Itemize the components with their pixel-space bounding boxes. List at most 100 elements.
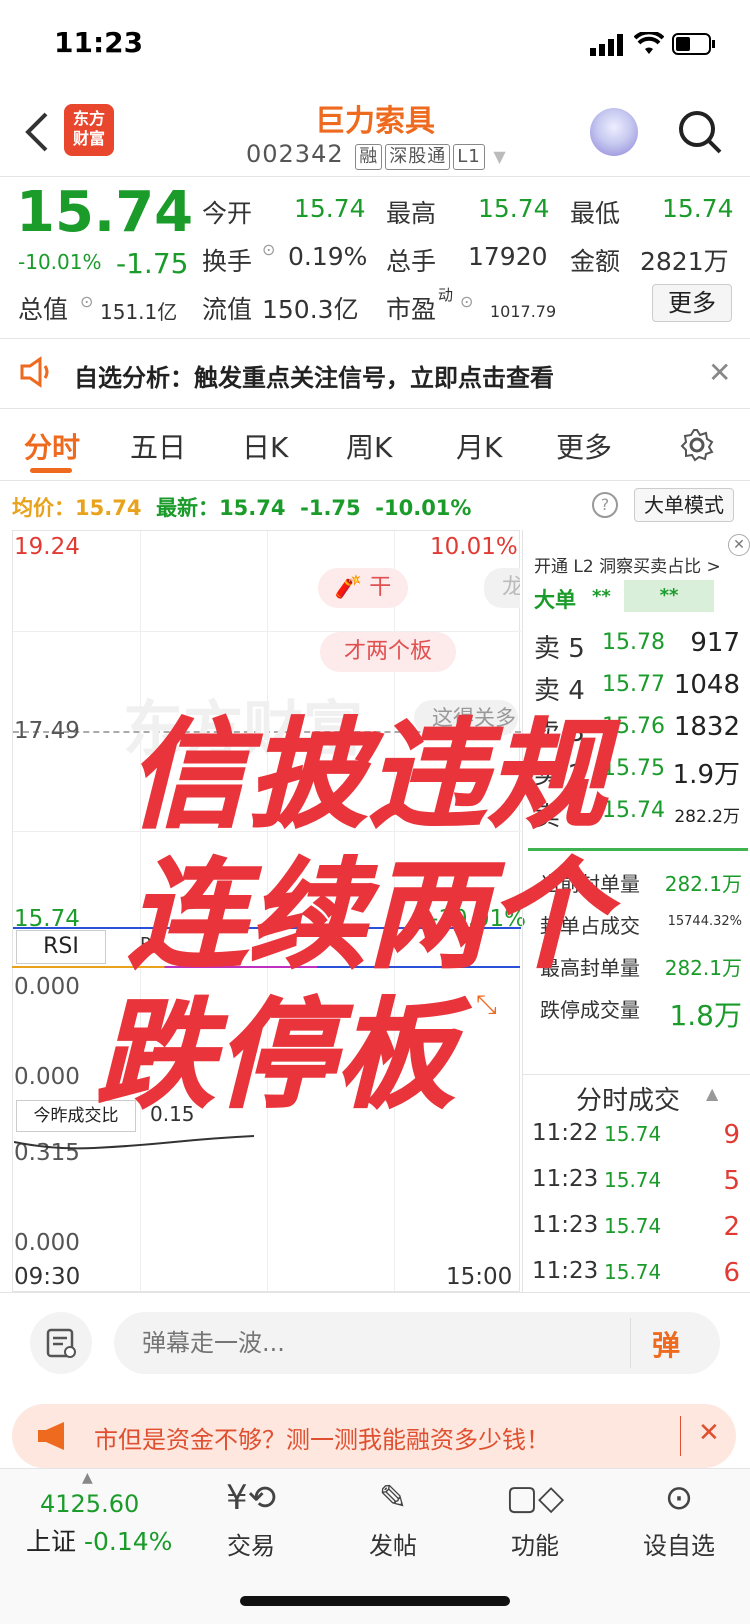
avg-price-row: 均价：15.74 最新：15.74 -1.75 -10.01% [12, 492, 471, 522]
list-settings-icon [46, 1328, 76, 1358]
battery-icon [672, 33, 716, 59]
order-volume: 1048 [673, 670, 740, 700]
stat-label-open: 今开 [202, 199, 253, 228]
l2-promo[interactable]: 开通 L2 洞察买卖占比 > [534, 552, 721, 577]
volume-axis-bottom: 0.000 [14, 1230, 80, 1256]
wifi-icon [633, 30, 665, 60]
stat-value-high: 15.74 [478, 194, 550, 223]
rsi-axis-top: 0.000 [14, 974, 80, 1000]
tab-weekly-k[interactable]: 周K [346, 426, 392, 466]
info-icon[interactable]: ⊙ [80, 292, 93, 311]
stat-value-float: 150.3亿 [262, 295, 359, 324]
status-time: 11:23 [54, 26, 144, 59]
latest-label: 最新： [156, 496, 220, 520]
nav-trade[interactable]: ¥⟲ 交易 [182, 1478, 320, 1561]
order-price: 15.78 [602, 630, 665, 655]
tick-time: 11:23 [532, 1258, 599, 1284]
seal-stat-value: 1.8万 [669, 999, 742, 1032]
tab-five-day[interactable]: 五日 [130, 426, 186, 466]
latest-value: 15.74 [219, 496, 286, 520]
latest-change-pct: -10.01% [375, 496, 472, 520]
index-row[interactable]: 上证 -0.14% [26, 1522, 172, 1558]
danmaku-bubble[interactable]: 🧨 干 [318, 568, 408, 608]
notice-divider [0, 408, 750, 409]
nav-post[interactable]: ✎ 发帖 [324, 1478, 462, 1561]
danmaku-text: 干 [369, 575, 392, 600]
active-tab-underline [30, 468, 72, 473]
big-order-mode-button[interactable]: 大单模式 [634, 488, 734, 522]
header-divider [0, 176, 750, 177]
tick-volume: 6 [723, 1258, 740, 1288]
tick-volume: 5 [723, 1166, 740, 1196]
y-axis-mid: 17.49 [14, 718, 80, 744]
notice-text[interactable]: 自选分析：触发重点关注信号，立即点击查看 [74, 358, 554, 393]
robot-avatar-icon[interactable] [590, 108, 638, 156]
tab-intraday[interactable]: 分时 [24, 426, 80, 466]
stat-label-volume: 总手 [386, 247, 437, 276]
close-icon[interactable]: ✕ [728, 534, 750, 556]
caret-up-icon[interactable]: ▲ [706, 1084, 718, 1103]
info-icon[interactable]: ⊙ [460, 292, 473, 311]
danmaku-settings-button[interactable] [30, 1312, 92, 1374]
tab-divider [0, 480, 750, 481]
comment-input-wrapper: 弹 [114, 1312, 720, 1374]
y-axis-top: 19.24 [14, 534, 80, 560]
tick-price: 15.74 [604, 1168, 662, 1192]
tick-price: 15.74 [604, 1214, 662, 1238]
close-icon[interactable]: ✕ [708, 356, 731, 389]
avg-value: 15.74 [75, 496, 142, 520]
send-danmaku-button[interactable]: 弹 [652, 1324, 680, 1364]
overlay-line-3: 跌停板 [95, 985, 457, 1125]
tag-connect: 深股通 [385, 144, 451, 170]
info-icon[interactable]: ⊙ [262, 240, 275, 259]
seal-stat-value: 15744.32% [667, 914, 742, 929]
tag-level: L1 [453, 144, 485, 170]
index-value[interactable]: 4125.60 [40, 1490, 139, 1518]
gear-icon[interactable] [680, 428, 714, 466]
signal-icon [590, 34, 624, 60]
chevron-down-icon[interactable]: ▼ [493, 147, 506, 166]
danmaku-bubble[interactable]: 才两个板 [320, 632, 456, 672]
stat-value-open: 15.74 [294, 194, 366, 223]
comment-input[interactable] [142, 1312, 622, 1374]
close-icon[interactable]: ✕ [698, 1418, 720, 1448]
nav-functions-label: 功能 [511, 1532, 559, 1560]
help-icon[interactable]: ? [592, 492, 618, 518]
ad-banner[interactable]: 市但是资金不够？测一测我能融资多少钱！ ✕ [12, 1404, 736, 1468]
current-price: 15.74 [16, 180, 194, 245]
tick-volume: 9 [723, 1120, 740, 1150]
more-dots-icon: ⊙ [664, 1478, 694, 1518]
order-volume: 1.9万 [672, 760, 740, 790]
time-axis-end: 15:00 [446, 1264, 513, 1290]
overlay-line-1: 信披违规 [127, 705, 608, 845]
change-amount: -1.75 [116, 247, 189, 280]
stat-label-float: 流值 [202, 295, 253, 324]
total-value-label: 总值 [18, 295, 69, 324]
big-order-bar: ** [624, 580, 714, 612]
overlay-caption: 信披违规 连续两个 跌停板 [88, 705, 648, 1125]
stat-label-amount: 金额 [570, 247, 621, 276]
latest-change: -1.75 [300, 496, 361, 520]
stat-value-volume: 17920 [468, 242, 548, 271]
danmaku-bubble[interactable]: 龙 [484, 568, 520, 608]
nav-functions[interactable]: ▢◇ 功能 [466, 1478, 604, 1561]
order-price: 15.77 [602, 672, 665, 697]
tick-volume: 2 [723, 1212, 740, 1242]
pe-superscript: 动 [438, 286, 454, 304]
tab-daily-k[interactable]: 日K [242, 426, 288, 466]
stat-value-low: 15.74 [662, 194, 734, 223]
big-order-label: 大单 [534, 588, 576, 612]
search-icon[interactable] [676, 108, 724, 160]
nav-post-label: 发帖 [369, 1532, 417, 1560]
tab-more[interactable]: 更多 [556, 426, 612, 466]
home-indicator[interactable] [240, 1596, 510, 1606]
tick-time: 11:23 [532, 1166, 599, 1192]
more-button[interactable]: 更多 [652, 284, 732, 322]
tick-time: 11:23 [532, 1212, 599, 1238]
seal-stat-value: 282.1万 [664, 956, 742, 980]
overlay-line-2: 连续两个 [127, 845, 608, 985]
nav-watchlist[interactable]: ⊙ 设自选 [610, 1478, 748, 1561]
caret-up-icon: ▲ [82, 1470, 93, 1486]
tab-monthly-k[interactable]: 月K [456, 426, 502, 466]
comment-divider [0, 1292, 750, 1293]
